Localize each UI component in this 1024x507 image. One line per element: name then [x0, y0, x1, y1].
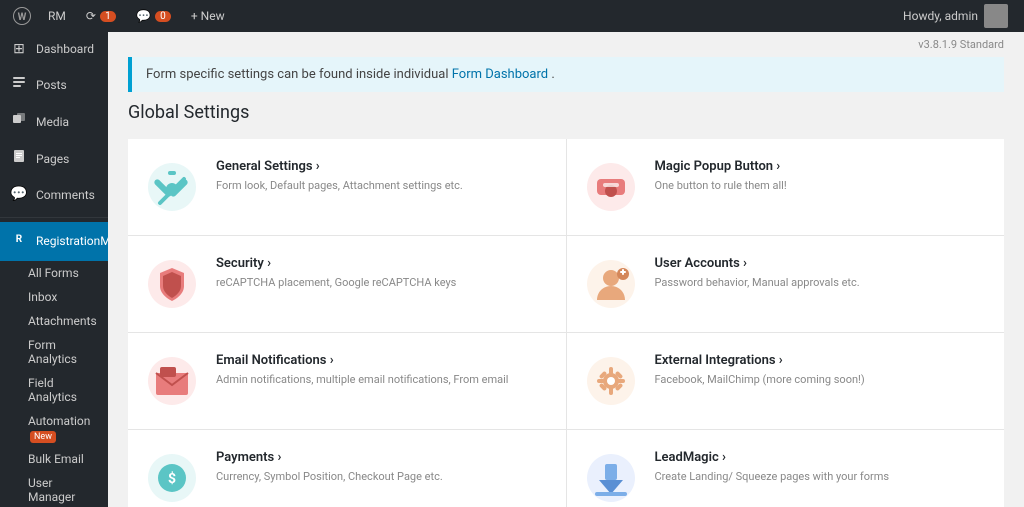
comments-item[interactable]: 💬 0 [128, 0, 179, 32]
site-name-item[interactable]: RM [40, 0, 74, 32]
dashboard-icon: ⊞ [10, 40, 28, 60]
external-integrations-title: External Integrations › [655, 353, 865, 368]
version-bar: v3.8.1.9 Standard [108, 32, 1024, 57]
external-integrations-icon [583, 353, 639, 409]
sidebar-item-comments[interactable]: 💬 Comments [0, 177, 108, 213]
posts-icon [10, 76, 28, 97]
new-label: + New [191, 9, 225, 23]
comments-count: 0 [155, 11, 171, 22]
security-icon [144, 256, 200, 312]
avatar [984, 4, 1008, 28]
settings-grid: General Settings › Form look, Default pa… [128, 139, 1004, 507]
leadmagic-content: LeadMagic › Create Landing/ Squeeze page… [655, 450, 890, 486]
regmagic-icon: R [10, 230, 28, 253]
notice-bar: Form specific settings can be found insi… [128, 57, 1004, 92]
external-integrations-desc: Facebook, MailChimp (more coming soon!) [655, 372, 865, 389]
card-magic-popup[interactable]: Magic Popup Button › One button to rule … [567, 139, 1005, 235]
external-integrations-content: External Integrations › Facebook, MailCh… [655, 353, 865, 389]
email-notifications-icon [144, 353, 200, 409]
user-accounts-content: User Accounts › Password behavior, Manua… [655, 256, 860, 292]
menu-separator-1 [0, 217, 108, 218]
card-security[interactable]: Security › reCAPTCHA placement, Google r… [128, 236, 566, 332]
leadmagic-title: LeadMagic › [655, 450, 890, 465]
submenu-attachments[interactable]: Attachments [0, 309, 108, 333]
pages-icon [10, 149, 28, 170]
site-name-label: RM [48, 9, 66, 23]
submenu-field-analytics[interactable]: Field Analytics [0, 371, 108, 409]
card-email-notifications[interactable]: Email Notifications › Admin notification… [128, 333, 566, 429]
main-content: v3.8.1.9 Standard Form specific settings… [108, 32, 1024, 507]
sidebar-item-media[interactable]: Media [0, 104, 108, 141]
card-user-accounts[interactable]: User Accounts › Password behavior, Manua… [567, 236, 1005, 332]
email-notifications-desc: Admin notifications, multiple email noti… [216, 372, 508, 389]
magic-popup-content: Magic Popup Button › One button to rule … [655, 159, 787, 195]
new-item[interactable]: + New [183, 0, 233, 32]
submenu-user-manager[interactable]: User Manager [0, 471, 108, 507]
sidebar-item-registrationmagic[interactable]: R RegistrationMagic [0, 222, 108, 261]
card-general-settings[interactable]: General Settings › Form look, Default pa… [128, 139, 566, 235]
svg-text:$: $ [168, 470, 176, 487]
magic-popup-icon [583, 159, 639, 215]
leadmagic-desc: Create Landing/ Squeeze pages with your … [655, 469, 890, 486]
svg-text:W: W [18, 12, 27, 23]
magic-popup-title: Magic Popup Button › [655, 159, 787, 174]
admin-bar: W RM ⟳ 1 💬 0 + New Howdy, admin [0, 0, 1024, 32]
user-accounts-desc: Password behavior, Manual approvals etc. [655, 275, 860, 292]
sidebar: ⊞ Dashboard Posts Media Pages 💬 Comments [0, 32, 108, 507]
updates-item[interactable]: ⟳ 1 [78, 0, 124, 32]
wp-logo[interactable]: W [8, 0, 36, 32]
payments-content: Payments › Currency, Symbol Position, Ch… [216, 450, 443, 486]
page-title: Global Settings [108, 102, 1024, 139]
card-external-integrations[interactable]: External Integrations › Facebook, MailCh… [567, 333, 1005, 429]
general-settings-desc: Form look, Default pages, Attachment set… [216, 178, 463, 195]
comments-icon: 💬 [136, 9, 151, 23]
version-label: v3.8.1.9 Standard [918, 38, 1004, 51]
user-accounts-icon [583, 256, 639, 312]
payments-icon: $ [144, 450, 200, 506]
general-settings-title: General Settings › [216, 159, 463, 174]
submenu-form-analytics[interactable]: Form Analytics [0, 333, 108, 371]
automation-new-badge: New [30, 431, 56, 443]
sidebar-item-pages[interactable]: Pages [0, 141, 108, 178]
form-dashboard-link[interactable]: Form Dashboard [452, 67, 548, 82]
comments-menu-icon: 💬 [10, 185, 28, 205]
media-icon [10, 112, 28, 133]
general-settings-content: General Settings › Form look, Default pa… [216, 159, 463, 195]
security-title: Security › [216, 256, 456, 271]
updates-count: 1 [100, 11, 116, 22]
submenu-all-forms[interactable]: All Forms [0, 261, 108, 285]
leadmagic-icon [583, 450, 639, 506]
updates-icon: ⟳ [86, 9, 96, 23]
submenu-automation[interactable]: Automation New [0, 409, 108, 447]
security-content: Security › reCAPTCHA placement, Google r… [216, 256, 456, 292]
email-notifications-title: Email Notifications › [216, 353, 508, 368]
howdy-label[interactable]: Howdy, admin [895, 0, 1016, 32]
notice-text-after: . [551, 67, 554, 82]
email-notifications-content: Email Notifications › Admin notification… [216, 353, 508, 389]
payments-title: Payments › [216, 450, 443, 465]
card-payments[interactable]: $ Payments › Currency, Symbol Position, … [128, 430, 566, 507]
general-settings-icon [144, 159, 200, 215]
notice-text-before: Form specific settings can be found insi… [146, 67, 449, 82]
submenu-inbox[interactable]: Inbox [0, 285, 108, 309]
sidebar-item-posts[interactable]: Posts [0, 68, 108, 105]
payments-desc: Currency, Symbol Position, Checkout Page… [216, 469, 443, 486]
magic-popup-desc: One button to rule them all! [655, 178, 787, 195]
security-desc: reCAPTCHA placement, Google reCAPTCHA ke… [216, 275, 456, 292]
sidebar-item-dashboard[interactable]: ⊞ Dashboard [0, 32, 108, 68]
card-leadmagic[interactable]: LeadMagic › Create Landing/ Squeeze page… [567, 430, 1005, 507]
layout: ⊞ Dashboard Posts Media Pages 💬 Comments [0, 32, 1024, 507]
submenu-bulk-email[interactable]: Bulk Email [0, 447, 108, 471]
adminbar-right: Howdy, admin [895, 0, 1016, 32]
svg-text:R: R [16, 234, 23, 245]
user-accounts-title: User Accounts › [655, 256, 860, 271]
